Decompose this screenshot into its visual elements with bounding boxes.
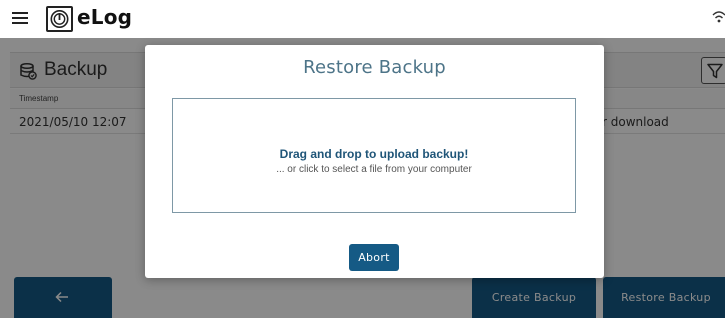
dropzone-sub-text: ... or click to select a file from your … (276, 164, 472, 175)
abort-button[interactable]: Abort (349, 244, 399, 271)
power-logo-icon (46, 6, 73, 32)
brand-name: eLog (77, 5, 133, 29)
restore-backup-dialog: Restore Backup Drag and drop to upload b… (145, 45, 604, 278)
hamburger-icon[interactable] (12, 12, 28, 25)
dialog-title: Restore Backup (303, 57, 446, 78)
dropzone-main-text: Drag and drop to upload backup! (279, 147, 469, 161)
upload-dropzone[interactable]: Drag and drop to upload backup! ... or c… (172, 98, 576, 213)
top-bar: eLog (0, 0, 725, 38)
wifi-icon (712, 9, 725, 29)
